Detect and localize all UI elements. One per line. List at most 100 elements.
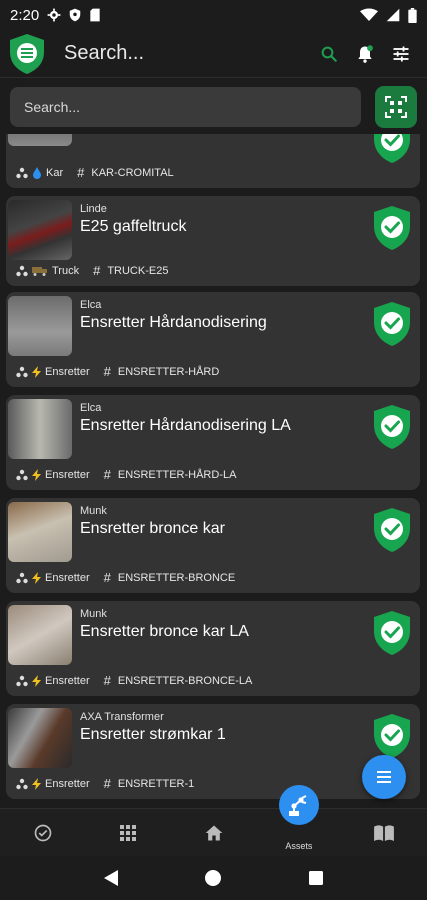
asset-meta: Ensretter # ENSRETTER-BRONCE — [16, 570, 235, 585]
check-circle-icon — [34, 824, 52, 841]
asset-meta: Ensretter # ENSRETTER-1 — [16, 776, 194, 791]
signal-icon — [386, 8, 400, 22]
asset-tag: ENSRETTER-HÅRD — [117, 365, 220, 378]
shield-status-icon — [69, 8, 81, 22]
filter-sliders-icon[interactable] — [383, 36, 419, 72]
asset-thumbnail — [8, 708, 72, 768]
asset-card[interactable]: AXA Transformer Ensretter strømkar 1 Ens… — [6, 704, 420, 799]
asset-name: Ensretter Hårdanodisering LA — [80, 417, 291, 434]
asset-name: Ensretter bronce kar — [80, 520, 225, 537]
asset-card[interactable]: Kar # KAR-CROMITAL — [6, 134, 420, 188]
asset-type: Ensretter — [45, 365, 90, 378]
status-shield-icon — [374, 206, 410, 250]
hash-icon: # — [103, 673, 111, 688]
settings-status-icon — [47, 8, 61, 22]
status-shield-icon — [374, 302, 410, 346]
search-row — [0, 80, 427, 134]
menu-fab-button[interactable] — [362, 755, 406, 799]
asset-name: Ensretter Hårdanodisering — [80, 314, 267, 331]
nav-item-docs[interactable] — [342, 809, 427, 856]
location-tree-icon — [16, 572, 28, 583]
asset-meta: Ensretter # ENSRETTER-BRONCE-LA — [16, 673, 252, 688]
asset-type: Truck — [52, 264, 80, 277]
nav-item-tasks[interactable] — [0, 809, 85, 856]
asset-type: Ensretter — [45, 571, 90, 584]
asset-tag: ENSRETTER-HÅRD-LA — [117, 468, 237, 481]
asset-card[interactable]: Munk Ensretter bronce kar LA Ensretter #… — [6, 601, 420, 696]
battery-icon — [408, 7, 417, 23]
asset-meta: Kar # KAR-CROMITAL — [16, 165, 174, 180]
hash-icon: # — [103, 570, 111, 585]
status-shield-icon — [374, 134, 410, 163]
qr-scan-button[interactable] — [375, 86, 417, 128]
bolt-icon — [32, 571, 41, 584]
asset-name: E25 gaffeltruck — [80, 218, 187, 235]
asset-tag: ENSRETTER-BRONCE — [117, 571, 236, 584]
location-tree-icon — [16, 366, 28, 377]
asset-type: Ensretter — [45, 777, 90, 790]
wifi-icon — [360, 8, 378, 21]
status-shield-icon — [374, 611, 410, 655]
asset-name: Ensretter strømkar 1 — [80, 726, 226, 743]
nav-item-assets[interactable]: Assets — [256, 785, 341, 856]
drop-icon — [33, 166, 41, 179]
asset-card[interactable]: Linde E25 gaffeltruck Truck # TRUCK-E25 — [6, 196, 420, 286]
recents-square-icon[interactable] — [308, 870, 324, 886]
location-tree-icon — [16, 265, 28, 276]
hash-icon: # — [103, 776, 111, 791]
nav-label-assets: Assets — [285, 840, 313, 851]
back-icon[interactable] — [103, 869, 119, 887]
asset-thumbnail — [8, 605, 72, 665]
hash-icon: # — [103, 467, 111, 482]
status-time: 2:20 — [10, 6, 40, 24]
status-shield-icon — [374, 508, 410, 552]
book-icon — [374, 824, 395, 841]
app-logo-icon[interactable] — [8, 33, 46, 75]
asset-list[interactable]: Kar # KAR-CROMITAL Linde E25 gaffeltruck… — [0, 134, 427, 808]
search-icon[interactable] — [311, 36, 347, 72]
asset-meta: Ensretter # ENSRETTER-HÅRD-LA — [16, 467, 236, 482]
search-input[interactable] — [10, 87, 361, 127]
asset-thumbnail — [8, 296, 72, 356]
asset-card[interactable]: Elca Ensretter Hårdanodisering LA Ensret… — [6, 395, 420, 490]
asset-brand: Munk — [80, 505, 107, 517]
grid-icon — [120, 824, 137, 841]
asset-thumbnail — [8, 399, 72, 459]
status-bar: 2:20 — [0, 0, 427, 30]
asset-thumbnail — [8, 200, 72, 260]
sd-card-status-icon — [90, 8, 100, 22]
hash-icon: # — [93, 263, 101, 278]
location-tree-icon — [16, 778, 28, 789]
app-bar-search-title[interactable]: Search... — [64, 42, 311, 65]
asset-type: Kar — [46, 166, 64, 179]
asset-thumbnail — [8, 502, 72, 562]
asset-brand: Elca — [80, 299, 102, 311]
asset-card[interactable]: Munk Ensretter bronce kar Ensretter # EN… — [6, 498, 420, 593]
hash-icon: # — [77, 165, 85, 180]
asset-thumbnail — [8, 134, 72, 146]
asset-card[interactable]: Elca Ensretter Hårdanodisering Ensretter… — [6, 292, 420, 387]
nav-item-home[interactable] — [171, 809, 256, 856]
bolt-icon — [32, 674, 41, 687]
location-tree-icon — [16, 469, 28, 480]
home-circle-icon[interactable] — [204, 869, 222, 887]
notification-bell-icon[interactable] — [347, 36, 383, 72]
nav-item-grid[interactable] — [85, 809, 170, 856]
system-navigation-bar — [0, 856, 427, 900]
hash-icon: # — [103, 364, 111, 379]
qr-code-icon — [385, 96, 407, 118]
location-tree-icon — [16, 167, 28, 178]
menu-lines-icon — [377, 771, 391, 783]
asset-meta: Ensretter # ENSRETTER-HÅRD — [16, 364, 219, 379]
asset-meta: Truck # TRUCK-E25 — [16, 263, 168, 278]
asset-tag: ENSRETTER-1 — [117, 777, 195, 790]
robot-arm-icon — [278, 785, 319, 825]
bolt-icon — [32, 777, 41, 790]
bolt-icon — [32, 365, 41, 378]
asset-type: Ensretter — [45, 468, 90, 481]
asset-tag: KAR-CROMITAL — [91, 166, 174, 179]
asset-tag: TRUCK-E25 — [107, 264, 169, 277]
asset-tag: ENSRETTER-BRONCE-LA — [117, 674, 253, 687]
asset-brand: Linde — [80, 203, 107, 215]
home-icon — [205, 825, 222, 840]
